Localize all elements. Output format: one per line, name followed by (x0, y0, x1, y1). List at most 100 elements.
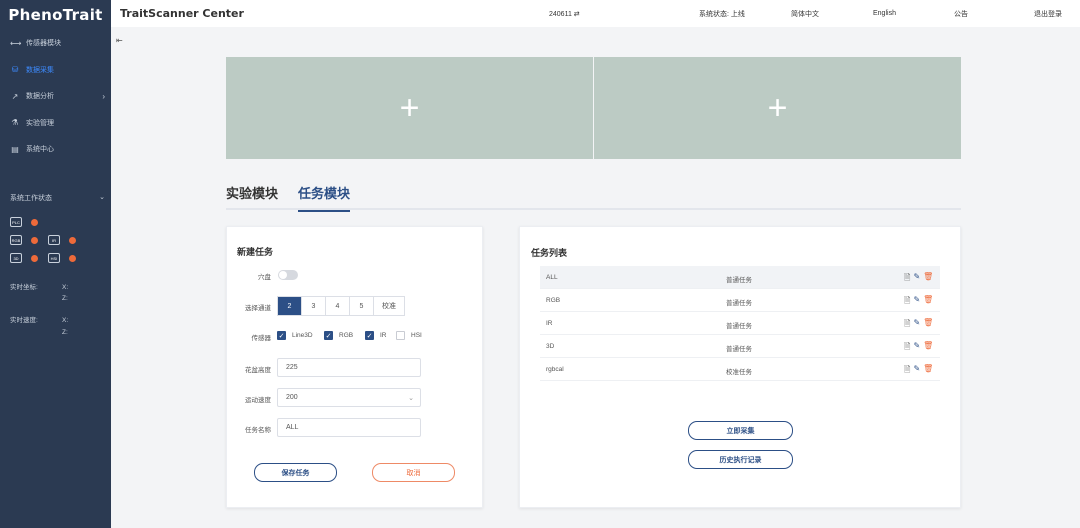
new-task-title: 新建任务 (237, 247, 274, 257)
height-input[interactable]: 225 (277, 358, 421, 377)
save-task-button[interactable]: 保存任务 (254, 463, 337, 482)
sensor-checkbox-rgb[interactable]: ✓ RGB (324, 331, 353, 340)
view-icon[interactable]: 🗎 (904, 364, 910, 378)
checkbox-checked-icon: ✓ (324, 331, 333, 340)
row-actions: 🗎 ✎ 🗑 (904, 295, 933, 309)
app-title: TraitScanner Center (120, 7, 244, 20)
task-list-title: 任务列表 (531, 248, 568, 258)
sidebar-item-sensor[interactable]: ⟷ 传感器模块 (0, 30, 111, 57)
view-icon[interactable]: 🗎 (904, 341, 910, 355)
delete-icon[interactable]: 🗑 (923, 364, 933, 378)
camera-slot-2[interactable]: + (594, 57, 961, 159)
delete-icon[interactable]: 🗑 (923, 272, 933, 286)
task-type-cell: 普通任务 (726, 323, 752, 330)
channel-option-calibrate[interactable]: 校准 (374, 297, 404, 315)
sensor-name: Line3D (292, 332, 313, 339)
system-status-title: 系统工作状态 (10, 195, 52, 202)
speed-select[interactable]: 200 ⌄ (277, 388, 421, 407)
row-actions: 🗎 ✎ 🗑 (904, 364, 933, 378)
checkbox-checked-icon: ✓ (277, 331, 286, 340)
channel-option-5[interactable]: 5 (350, 297, 374, 315)
table-row[interactable]: rgbcal 校准任务 🗎 ✎ 🗑 (540, 358, 940, 381)
sidebar-item-capture[interactable]: ⛁ 数据采集 (0, 57, 111, 84)
task-type-cell: 校准任务 (726, 369, 752, 376)
row-actions: 🗎 ✎ 🗑 (904, 318, 933, 332)
system-icon: ▤ (11, 144, 19, 154)
delete-icon[interactable]: 🗑 (923, 295, 933, 309)
coord-z-label: Z: (62, 295, 68, 302)
table-row[interactable]: IR 普通任务 🗎 ✎ 🗑 (540, 312, 940, 335)
hole-label: 穴盘 (258, 274, 271, 281)
view-icon[interactable]: 🗎 (904, 272, 910, 286)
module-tabs: 实验模块 任务模块 (226, 180, 961, 212)
table-row[interactable]: RGB 普通任务 🗎 ✎ 🗑 (540, 289, 940, 312)
sidebar-nav: ⟷ 传感器模块 ⛁ 数据采集 ↗ 数据分析 › ⚗ 实验管理 ▤ 系统中心 (0, 30, 111, 163)
notice-link[interactable]: 公告 (954, 9, 968, 19)
tab-experiment[interactable]: 实验模块 (226, 183, 278, 210)
capture-icon: ⛁ (11, 65, 19, 75)
table-row[interactable]: 3D 普通任务 🗎 ✎ 🗑 (540, 335, 940, 358)
chevron-down-icon: ⌄ (408, 394, 414, 402)
plc-device-icon: PLC (10, 217, 22, 227)
task-name-cell: IR (546, 320, 553, 327)
channel-option-3[interactable]: 3 (302, 297, 326, 315)
table-row[interactable]: ALL 普通任务 🗎 ✎ 🗑 (540, 266, 940, 289)
edit-icon[interactable]: ✎ (913, 318, 920, 332)
device-id[interactable]: 240611 ⇄ (549, 10, 580, 18)
hole-toggle[interactable] (278, 270, 298, 280)
3d-device-icon: 3D (10, 253, 22, 263)
logout-link[interactable]: 退出登录 (1034, 9, 1062, 19)
lang-en-link[interactable]: English (873, 10, 896, 17)
chevron-down-icon: ⌄ (99, 194, 105, 201)
sensor-checkbox-line3d[interactable]: ✓ Line3D (277, 331, 313, 340)
lang-zh-link[interactable]: 简体中文 (791, 9, 819, 19)
speed-z-label: Z: (62, 329, 68, 336)
sensor-name: IR (380, 332, 387, 339)
ir-device-icon: IR (48, 235, 60, 245)
checkbox-checked-icon: ✓ (365, 331, 374, 340)
task-type-cell: 普通任务 (726, 277, 752, 284)
task-name-label: 任务名称 (245, 427, 271, 434)
cancel-button[interactable]: 取消 (372, 463, 455, 482)
sidebar-item-system[interactable]: ▤ 系统中心 (0, 136, 111, 163)
task-name-cell: 3D (546, 343, 555, 350)
device-row-3d-hsi: 3D HSI (10, 253, 86, 263)
device-row-rgb-ir: RGB IR (10, 235, 86, 245)
edit-icon[interactable]: ✎ (913, 364, 920, 378)
sidebar-item-analysis[interactable]: ↗ 数据分析 › (0, 83, 111, 110)
channel-option-4[interactable]: 4 (326, 297, 350, 315)
delete-icon[interactable]: 🗑 (923, 341, 933, 355)
realtime-coord-x: 实时坐标: X: (10, 281, 68, 291)
edit-icon[interactable]: ✎ (913, 341, 920, 355)
speed-x-label: X: (62, 317, 69, 324)
speed-label: 运动速度 (245, 397, 271, 404)
tab-task[interactable]: 任务模块 (298, 183, 351, 212)
task-type-cell: 普通任务 (726, 300, 752, 307)
sidebar-item-label: 数据分析 (26, 93, 54, 101)
history-button[interactable]: 历史执行记录 (688, 450, 793, 469)
sensor-icon: ⟷ (10, 38, 22, 48)
task-name-cell: ALL (546, 274, 558, 281)
ir-status-dot (69, 236, 76, 244)
sensor-name: HSI (411, 332, 422, 339)
collapse-sidebar-icon[interactable]: ⇤ (116, 36, 123, 45)
channel-option-2[interactable]: 2 (278, 297, 302, 315)
view-icon[interactable]: 🗎 (904, 295, 910, 309)
collect-now-button[interactable]: 立即采集 (688, 421, 793, 440)
camera-slot-1[interactable]: + (226, 57, 593, 159)
sensor-checkbox-hsi[interactable]: HSI (396, 331, 422, 340)
height-label: 花盆高度 (245, 367, 271, 374)
sensor-checkbox-ir[interactable]: ✓ IR (365, 331, 387, 340)
system-status-toggle[interactable]: 系统工作状态 ⌄ (10, 193, 105, 203)
sensor-name: RGB (339, 332, 354, 339)
channel-label: 选择通道 (245, 305, 271, 312)
edit-icon[interactable]: ✎ (913, 295, 920, 309)
edit-icon[interactable]: ✎ (913, 272, 920, 286)
sidebar-item-experiment[interactable]: ⚗ 实验管理 (0, 110, 111, 137)
view-icon[interactable]: 🗎 (904, 318, 910, 332)
delete-icon[interactable]: 🗑 (923, 318, 933, 332)
checkbox-unchecked-icon (396, 331, 405, 340)
realtime-speed-label: 实时速度: (10, 317, 38, 324)
task-name-input[interactable]: ALL (277, 418, 421, 437)
task-type-cell: 普通任务 (726, 346, 752, 353)
